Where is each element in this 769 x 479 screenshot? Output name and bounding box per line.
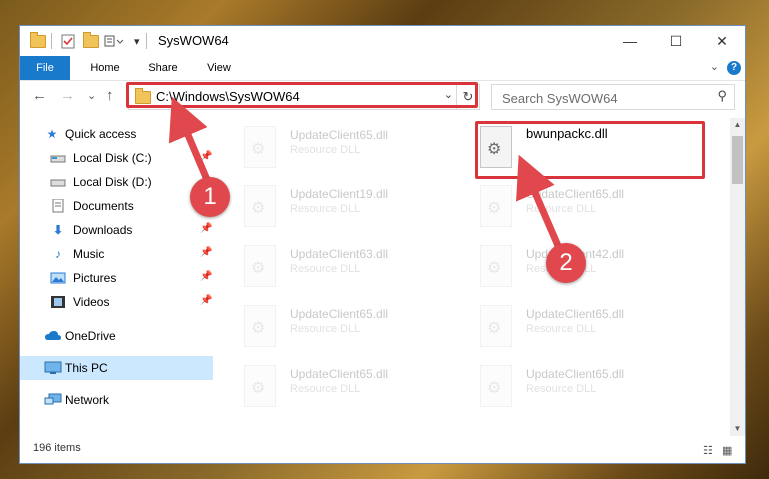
step-marker-1: 1 xyxy=(190,177,230,217)
step-marker-2: 2 xyxy=(546,243,586,283)
annotation-arrows xyxy=(168,96,566,257)
arrow-to-address xyxy=(168,96,212,184)
arrow-to-file xyxy=(516,154,566,257)
